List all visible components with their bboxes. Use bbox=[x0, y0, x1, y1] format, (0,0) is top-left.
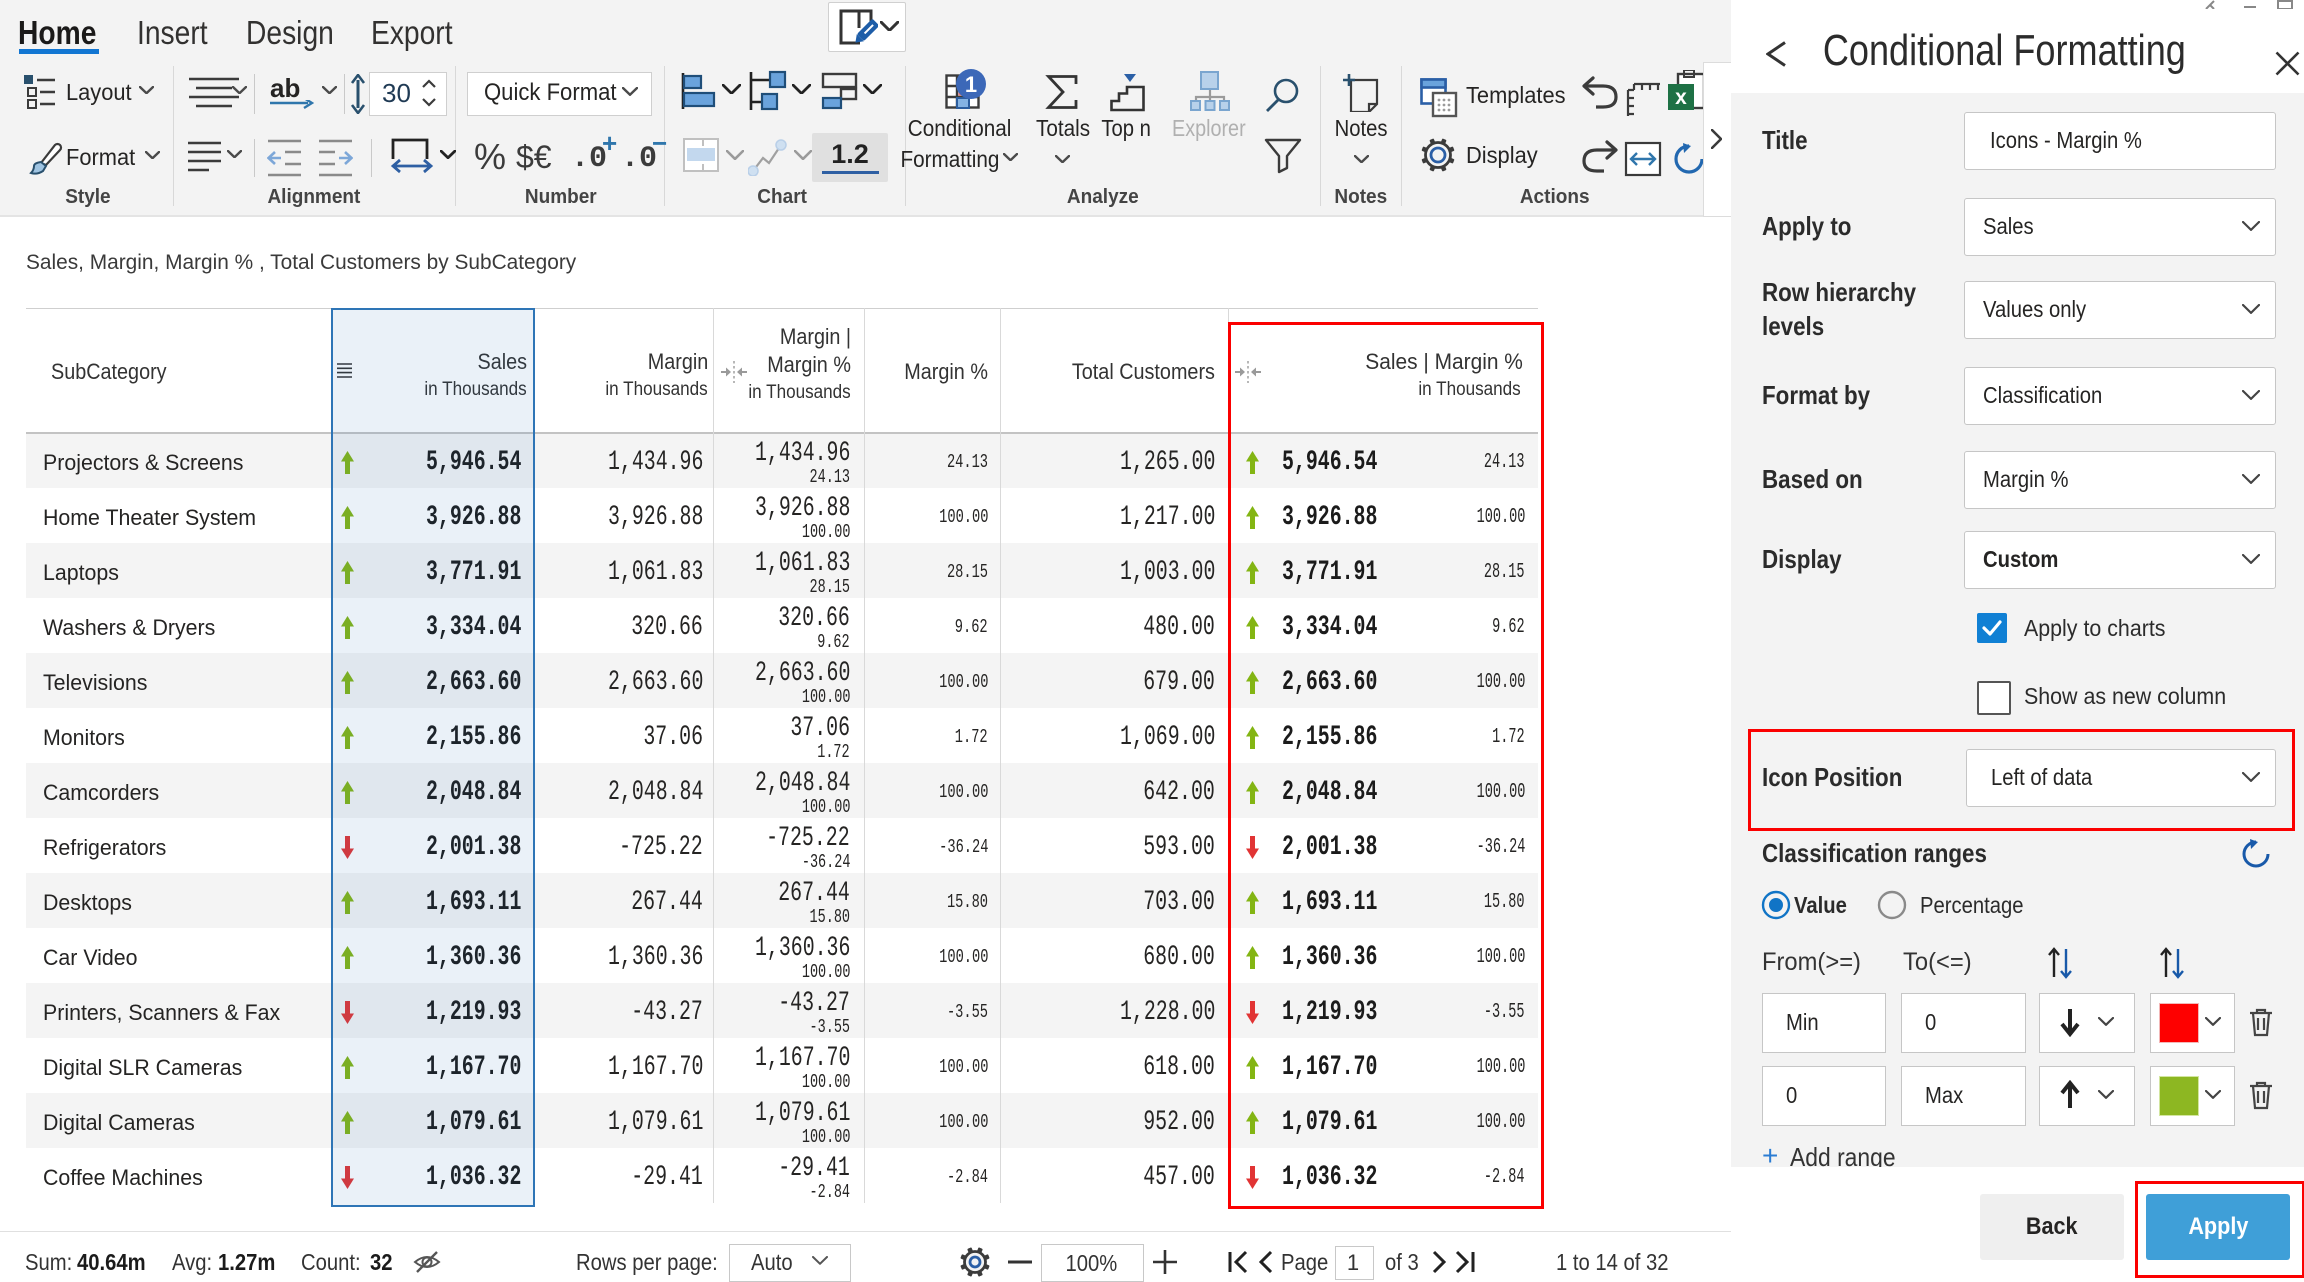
svg-text:x: x bbox=[1675, 86, 1687, 109]
svg-text:1: 1 bbox=[965, 72, 977, 97]
